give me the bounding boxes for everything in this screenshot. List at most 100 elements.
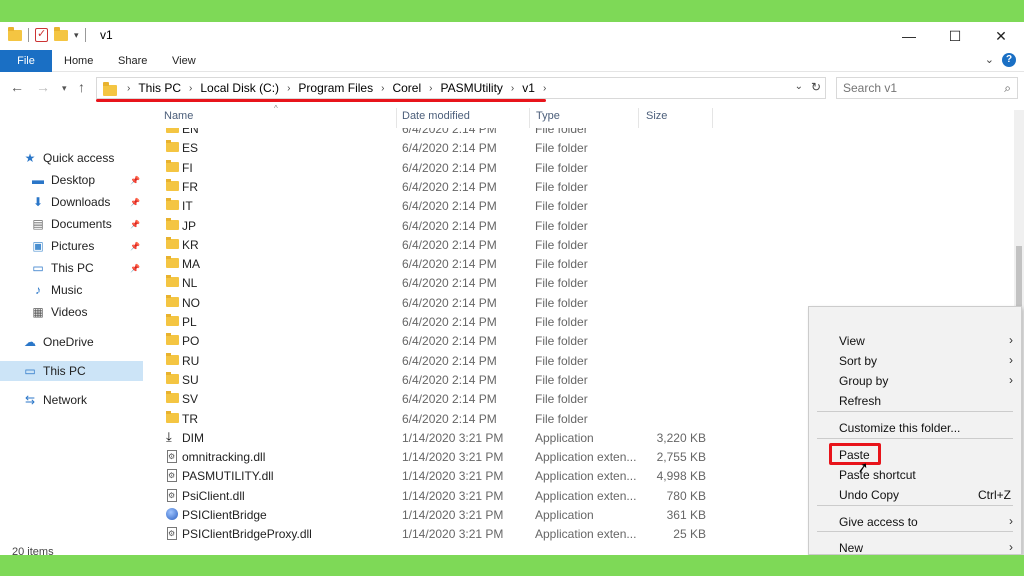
- column-date-modified[interactable]: Date modified: [402, 110, 470, 122]
- column-divider[interactable]: [638, 108, 639, 128]
- file-row[interactable]: PsiClient.dll 1/14/2020 3:21 PM Applicatio…: [160, 486, 720, 505]
- recent-locations-icon[interactable]: ▾: [62, 83, 67, 94]
- column-name[interactable]: Name: [164, 110, 193, 122]
- menu-item-new[interactable]: New ›: [809, 538, 1021, 555]
- file-type: File folder: [535, 295, 588, 310]
- menu-item-group-by[interactable]: Group by ›: [809, 371, 1021, 391]
- expand-ribbon-icon[interactable]: ⌄: [985, 53, 994, 67]
- tab-home[interactable]: Home: [64, 50, 93, 72]
- column-divider[interactable]: [396, 108, 397, 128]
- properties-icon[interactable]: [35, 27, 48, 42]
- sidebar-item-music[interactable]: ♪ Music: [0, 280, 143, 300]
- menu-item-sort-by[interactable]: Sort by ›: [809, 351, 1021, 371]
- column-size[interactable]: Size: [646, 110, 667, 122]
- sidebar-item-label: Network: [43, 393, 88, 407]
- sidebar-item-documents[interactable]: ▤ Documents 📌: [0, 214, 143, 234]
- breadcrumb-program-files[interactable]: Program Files: [298, 81, 373, 95]
- menu-item-undo-copy[interactable]: Undo Copy Ctrl+Z: [809, 485, 1021, 505]
- menu-item-refresh[interactable]: Refresh: [809, 391, 1021, 411]
- help-icon[interactable]: ?: [1002, 53, 1016, 67]
- file-row[interactable]: FR 6/4/2020 2:14 PM File folder: [160, 177, 720, 196]
- address-dropdown-icon[interactable]: ⌄: [795, 81, 803, 92]
- breadcrumb-separator-icon[interactable]: ›: [381, 83, 384, 94]
- maximize-button[interactable]: ☐: [932, 22, 978, 50]
- minimize-button[interactable]: —: [886, 22, 932, 50]
- menu-item-view[interactable]: View ›: [809, 331, 1021, 351]
- menu-item-label: Refresh: [839, 394, 882, 408]
- search-input[interactable]: [843, 78, 993, 98]
- file-type: File folder: [535, 128, 588, 136]
- breadcrumb-separator-icon[interactable]: ›: [189, 83, 192, 94]
- back-arrow-icon[interactable]: ←: [10, 79, 24, 95]
- search-box[interactable]: ⌕: [836, 77, 1018, 99]
- file-row[interactable]: TR 6/4/2020 2:14 PM File folder: [160, 409, 720, 428]
- address-bar[interactable]: › This PC › Local Disk (C:) › Program Fi…: [96, 77, 826, 99]
- close-button[interactable]: ✕: [978, 22, 1024, 50]
- file-row[interactable]: SV 6/4/2020 2:14 PM File folder: [160, 389, 720, 408]
- file-row[interactable]: MA 6/4/2020 2:14 PM File folder: [160, 254, 720, 273]
- breadcrumb-corel[interactable]: Corel: [392, 81, 421, 95]
- menu-item-customize-this-folder[interactable]: Customize this folder...: [809, 418, 1021, 438]
- file-row[interactable]: PSIClientBridgeProxy.dll 1/14/2020 3:21 P…: [160, 524, 720, 543]
- customize-toolbar-icon[interactable]: ▾: [74, 30, 79, 41]
- tab-share[interactable]: Share: [118, 50, 147, 72]
- column-divider[interactable]: [712, 108, 713, 128]
- breadcrumb-pasmutility[interactable]: PASMUtility: [440, 81, 502, 95]
- breadcrumb-local-disk[interactable]: Local Disk (C:): [200, 81, 279, 95]
- menu-item-label: Group by: [839, 374, 889, 388]
- file-row[interactable]: PASMUTILITY.dll 1/14/2020 3:21 PM Applicat…: [160, 466, 720, 485]
- file-name: PsiClient.dll: [182, 488, 245, 503]
- file-row[interactable]: omnitracking.dll 1/14/2020 3:21 PM Applica…: [160, 447, 720, 466]
- breadcrumb-v1[interactable]: v1: [522, 81, 535, 95]
- menu-item-paste-shortcut[interactable]: Paste shortcut: [809, 465, 1021, 485]
- breadcrumb-separator-icon[interactable]: ›: [511, 83, 514, 94]
- breadcrumb-this-pc[interactable]: This PC: [138, 81, 181, 95]
- file-row[interactable]: EN 6/4/2020 2:14 PM File folder: [160, 128, 720, 138]
- file-date-modified: 6/4/2020 2:14 PM: [402, 179, 497, 194]
- forward-arrow-icon[interactable]: →: [36, 79, 50, 95]
- up-arrow-icon[interactable]: ↑: [78, 79, 85, 95]
- cloud-icon: ☁: [24, 335, 36, 349]
- menu-separator: [817, 438, 1013, 439]
- column-type[interactable]: Type: [536, 110, 560, 122]
- file-row[interactable]: RU 6/4/2020 2:14 PM File folder: [160, 351, 720, 370]
- tab-file[interactable]: File: [0, 50, 52, 72]
- sidebar-item-desktop[interactable]: ▬ Desktop 📌: [0, 170, 143, 190]
- menu-item-give-access-to[interactable]: Give access to ›: [809, 512, 1021, 532]
- breadcrumb-separator-icon[interactable]: ›: [429, 83, 432, 94]
- file-row[interactable]: FI 6/4/2020 2:14 PM File folder: [160, 158, 720, 177]
- sidebar-item-videos[interactable]: ▦ Videos: [0, 302, 143, 322]
- sidebar-item-onedrive[interactable]: ☁ OneDrive: [0, 332, 143, 352]
- context-menu: View › Sort by › Group by › Refresh Customize t…: [808, 306, 1022, 555]
- column-divider[interactable]: [529, 108, 530, 128]
- file-row[interactable]: NL 6/4/2020 2:14 PM File folder: [160, 273, 720, 292]
- refresh-icon[interactable]: ↻: [811, 80, 821, 94]
- file-date-modified: 1/14/2020 3:21 PM: [402, 488, 504, 503]
- breadcrumb-separator-icon[interactable]: ›: [127, 83, 130, 94]
- sort-caret-icon: ^: [274, 104, 278, 113]
- menu-item-shortcut: Ctrl+Z: [978, 488, 1011, 502]
- file-row[interactable]: KR 6/4/2020 2:14 PM File folder: [160, 235, 720, 254]
- sidebar-item-pictures[interactable]: ▣ Pictures 📌: [0, 236, 143, 256]
- breadcrumb-separator-icon[interactable]: ›: [287, 83, 290, 94]
- breadcrumb-separator-icon[interactable]: ›: [543, 83, 546, 94]
- sidebar-item-this-pc[interactable]: ▭ This PC: [0, 361, 143, 381]
- file-row[interactable]: ⤓ DIM 1/14/2020 3:21 PM Application 3,220 KB: [160, 428, 720, 447]
- sidebar-item-network[interactable]: ⇆ Network: [0, 390, 143, 410]
- search-icon[interactable]: ⌕: [1004, 81, 1011, 96]
- sidebar-item-quick-access[interactable]: ★ Quick access: [0, 148, 143, 168]
- file-row[interactable]: PO 6/4/2020 2:14 PM File folder: [160, 331, 720, 350]
- file-row[interactable]: JP 6/4/2020 2:14 PM File folder: [160, 216, 720, 235]
- sidebar-item-downloads[interactable]: ⬇ Downloads 📌: [0, 192, 143, 212]
- file-row[interactable]: PSIClientBridge 1/14/2020 3:21 PM Applicat…: [160, 505, 720, 524]
- file-row[interactable]: IT 6/4/2020 2:14 PM File folder: [160, 196, 720, 215]
- file-row[interactable]: PL 6/4/2020 2:14 PM File folder: [160, 312, 720, 331]
- download-icon: ⤓: [166, 429, 172, 444]
- tab-view[interactable]: View: [172, 50, 196, 72]
- sidebar-item-this-pc[interactable]: ▭ This PC 📌: [0, 258, 143, 278]
- file-row[interactable]: ES 6/4/2020 2:14 PM File folder: [160, 138, 720, 157]
- file-row[interactable]: NO 6/4/2020 2:14 PM File folder: [160, 293, 720, 312]
- new-folder-icon[interactable]: [54, 26, 68, 41]
- breadcrumb: › This PC › Local Disk (C:) › Program Fi…: [119, 81, 554, 95]
- file-row[interactable]: SU 6/4/2020 2:14 PM File folder: [160, 370, 720, 389]
